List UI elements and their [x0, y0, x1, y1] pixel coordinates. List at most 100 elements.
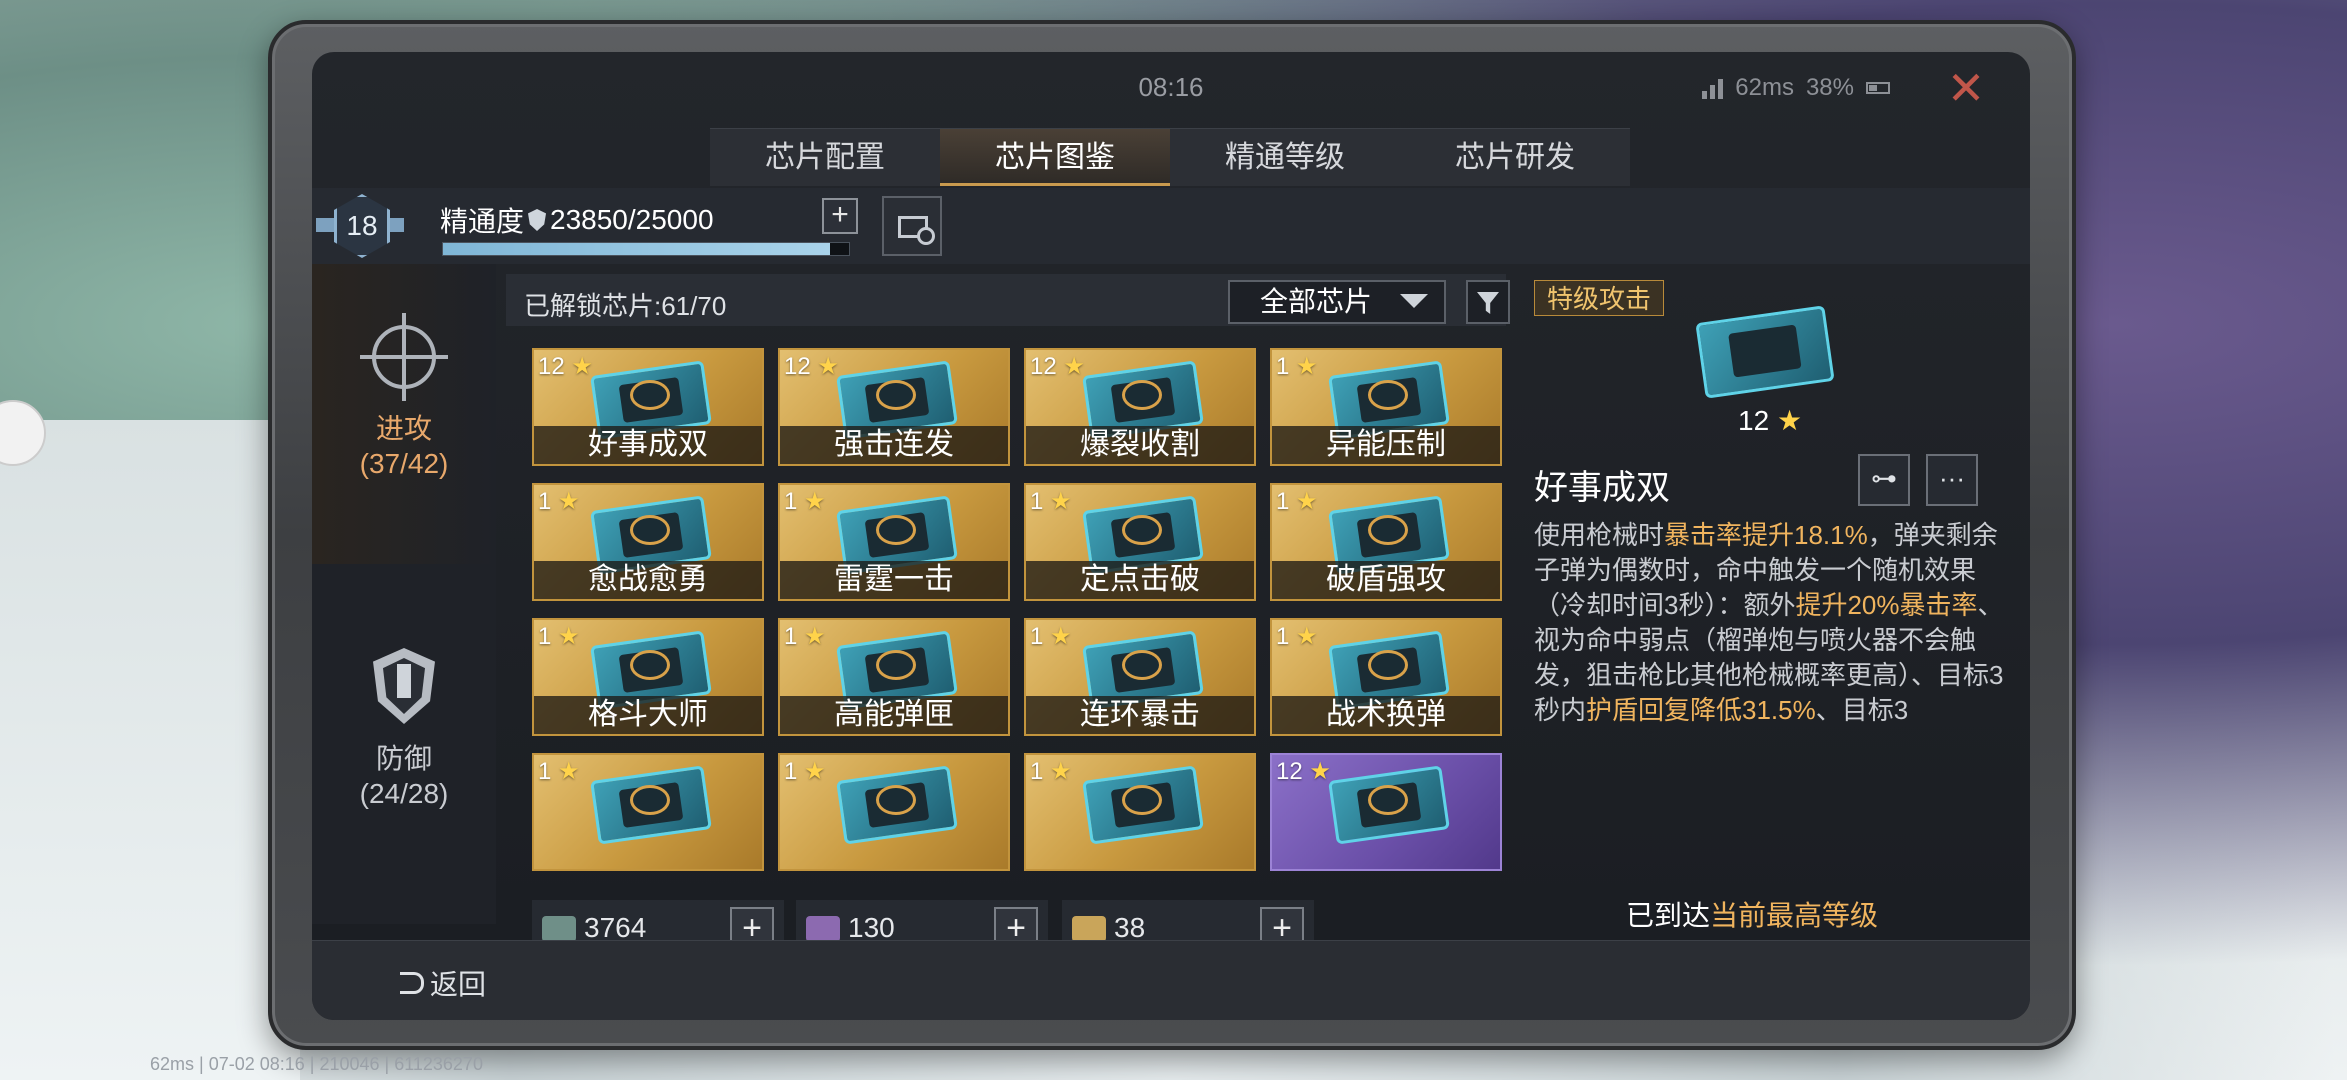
star-icon: ★: [1776, 405, 1803, 436]
chip-card[interactable]: 1 ★ 异能压制: [1270, 348, 1502, 466]
chip-level: 12 ★: [784, 352, 839, 381]
star-icon: ★: [1289, 488, 1318, 515]
chip-level-number: 1: [538, 623, 552, 650]
mastery-title: 精通度: [440, 206, 525, 237]
chip-level-number: 1: [784, 488, 798, 515]
chip-card[interactable]: 12 ★: [1270, 753, 1502, 871]
chip-card[interactable]: 1 ★: [1024, 753, 1256, 871]
chip-name: 爆裂收割: [1026, 426, 1254, 464]
chip-symbol-icon: [630, 785, 670, 815]
status-bar: 08:16 62ms 38% ✕: [312, 52, 2030, 122]
star-icon: ★: [551, 758, 580, 785]
chip-card[interactable]: 12 ★ 好事成双: [532, 348, 764, 466]
chip-level: 1 ★: [1276, 622, 1318, 651]
tab-chip-config[interactable]: 芯片配置: [710, 129, 940, 186]
chip-card[interactable]: 1 ★ 破盾强攻: [1270, 483, 1502, 601]
close-button[interactable]: ✕: [1942, 64, 1990, 112]
chip-level: 12 ★: [1030, 352, 1085, 381]
chip-name: 愈战愈勇: [534, 561, 762, 599]
chip-symbol-icon: [1122, 650, 1162, 680]
mastery-level-number: 18: [346, 210, 378, 241]
chevron-down-icon: [1400, 294, 1428, 308]
chip-card[interactable]: 1 ★ 连环暴击: [1024, 618, 1256, 736]
chip-grid: 12 ★ 好事成双 12 ★ 强击连发 12 ★ 爆裂收割 1 ★ 异能压制 1 ★ 愈战愈勇 1 …: [532, 348, 1532, 883]
nav-attack[interactable]: 进攻 (37/42): [312, 264, 496, 564]
chip-name: 好事成双: [534, 426, 762, 464]
chip-card[interactable]: 1 ★ 高能弹匣: [778, 618, 1010, 736]
chip-detail-panel: 特级攻击 12 ★ 好事成双 ⊶ ··· 使用枪械时暴击率提升18.1%，弹夹剩…: [1530, 274, 2024, 974]
chip-name: 破盾强攻: [1272, 561, 1500, 599]
chip-name: 异能压制: [1272, 426, 1500, 464]
nav-attack-label: 进攻: [375, 413, 432, 444]
chip-card[interactable]: 1 ★ 定点击破: [1024, 483, 1256, 601]
chip-level-number: 1: [1276, 623, 1290, 650]
star-icon: ★: [1056, 353, 1085, 380]
chip-card[interactable]: 1 ★: [532, 753, 764, 871]
chip-tree-button[interactable]: ⊶: [1858, 454, 1910, 506]
chip-card[interactable]: 1 ★: [778, 753, 1010, 871]
chip-level-number: 1: [1276, 353, 1290, 380]
chip-symbol-icon: [1368, 785, 1408, 815]
chip-rarity-tag: 特级攻击: [1534, 280, 1665, 316]
star-icon: ★: [1302, 758, 1331, 785]
return-icon: [400, 972, 424, 994]
star-icon: ★: [551, 488, 580, 515]
chip-detail-level: 12 ★: [1738, 404, 1802, 437]
mastery-label: 精通度 23850/25000: [440, 200, 714, 240]
chip-name: 连环暴击: [1026, 696, 1254, 734]
chip-description[interactable]: 使用枪械时暴击率提升18.1%，弹夹剩余子弹为偶数时，命中触发一个随机效果（冷却…: [1534, 518, 2004, 738]
chip-symbol-icon: [876, 785, 916, 815]
chip-card[interactable]: 12 ★ 爆裂收割: [1024, 348, 1256, 466]
chip-card[interactable]: 12 ★ 强击连发: [778, 348, 1010, 466]
ping-text: 62ms: [1735, 74, 1794, 101]
max-level-highlight: 当前最高等级: [1710, 900, 1879, 931]
chip-detail-name: 好事成双: [1534, 469, 1670, 507]
chip-settings-button[interactable]: [882, 196, 942, 256]
chip-level: 1 ★: [538, 757, 580, 786]
unlocked-count: 已解锁芯片:61/70: [524, 291, 727, 321]
chip-symbol-icon: [630, 650, 670, 680]
chip-token-icon: [806, 916, 840, 942]
crosshair-icon: [359, 312, 449, 402]
chip-card[interactable]: 1 ★ 战术换弹: [1270, 618, 1502, 736]
back-button[interactable]: 返回: [400, 963, 486, 1003]
chip-symbol-icon: [1122, 515, 1162, 545]
chip-symbol-icon: [876, 650, 916, 680]
chip-level-number: 1: [1030, 758, 1044, 785]
tab-chip-research[interactable]: 芯片研发: [1400, 129, 1630, 186]
mastery-level-badge[interactable]: 18: [316, 192, 404, 262]
chip-level-number: 12: [784, 353, 811, 380]
star-icon: ★: [810, 353, 839, 380]
star-icon: ★: [797, 623, 826, 650]
desc-highlight: 护盾回复降低31.5%: [1586, 695, 1816, 725]
mastery-progress-bar: [442, 242, 850, 256]
chip-filter-dropdown[interactable]: 全部芯片: [1228, 280, 1446, 324]
shield-arrow-icon: [359, 642, 449, 732]
chip-card[interactable]: 1 ★ 格斗大师: [532, 618, 764, 736]
star-icon: ★: [1043, 758, 1072, 785]
badge-wing-left: [316, 218, 334, 232]
chip-symbol-icon: [1368, 380, 1408, 410]
chip-level: 1 ★: [538, 622, 580, 651]
filter-funnel-button[interactable]: [1466, 280, 1510, 324]
tab-mastery-level[interactable]: 精通等级: [1170, 129, 1400, 186]
chip-level: 1 ★: [1030, 487, 1072, 516]
star-icon: ★: [797, 488, 826, 515]
chip-level: 1 ★: [1276, 352, 1318, 381]
debug-footer: 62ms | 07-02 08:16 | 210046 | 611236270: [150, 1054, 483, 1074]
chip-level-number: 1: [538, 488, 552, 515]
more-options-button[interactable]: ···: [1926, 454, 1978, 506]
chip-card[interactable]: 1 ★ 愈战愈勇: [532, 483, 764, 601]
background-snow: [0, 420, 300, 1080]
chip-symbol-icon: [630, 515, 670, 545]
nav-defense[interactable]: 防御 (24/28): [312, 594, 496, 894]
add-mastery-button[interactable]: +: [822, 198, 858, 234]
chip-level: 1 ★: [1030, 622, 1072, 651]
chip-symbol-icon: [876, 380, 916, 410]
chip-level: 1 ★: [538, 487, 580, 516]
tab-chip-codex[interactable]: 芯片图鉴: [940, 129, 1170, 186]
chip-level: 1 ★: [784, 757, 826, 786]
battery-text: 38%: [1805, 74, 1854, 101]
chip-card[interactable]: 1 ★ 雷霆一击: [778, 483, 1010, 601]
chip-symbol-icon: [1122, 380, 1162, 410]
